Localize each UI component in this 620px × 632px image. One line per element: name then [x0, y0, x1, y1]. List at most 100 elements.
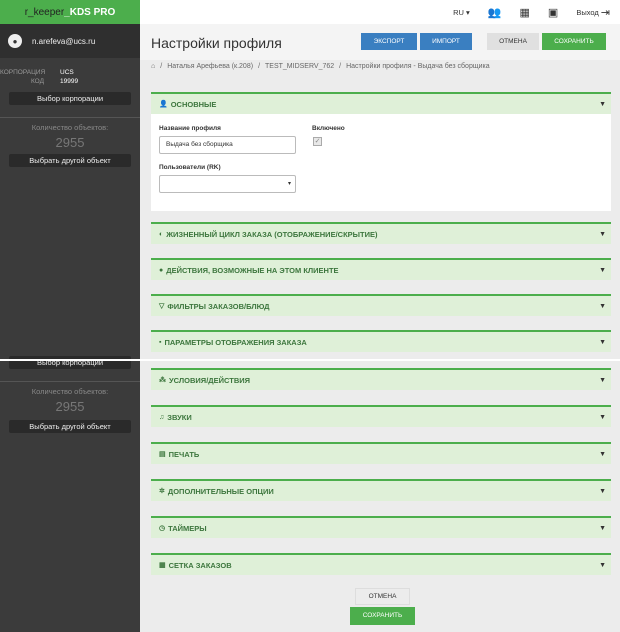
- bottom-save-button[interactable]: СОХРАНИТЬ: [350, 607, 415, 625]
- breadcrumb-item[interactable]: Наталья Арефьева (к.208): [167, 63, 253, 70]
- panel-header-sounds[interactable]: ♫ ЗВУКИ ▼: [151, 407, 611, 427]
- breadcrumb: ⌂ / Наталья Арефьева (к.208) / TEST_MIDS…: [151, 63, 490, 70]
- language-select[interactable]: RU ▾: [453, 8, 470, 17]
- panel-basic: 👤 ОСНОВНЫЕ ▼ Название профиля Выдача без…: [151, 92, 611, 211]
- panel-header-filters[interactable]: ▽ ФИЛЬТРЫ ЗАКАЗОВ/БЛЮД ▼: [151, 296, 611, 316]
- panel-grid: ▦ СЕТКА ЗАКАЗОВ ▼: [151, 553, 611, 575]
- objects-count-lower: 2955: [55, 399, 85, 414]
- panel-options: ✲ ДОПОЛНИТЕЛЬНЫЕ ОПЦИИ ▼: [151, 479, 611, 501]
- lifecycle-icon: ◐: [159, 230, 164, 238]
- actions-icon: ●: [159, 266, 164, 274]
- grid-icon: ▦: [159, 562, 166, 569]
- corp-info: КОРПОРАЦИЯ UCS КОД 19999: [0, 58, 140, 86]
- panel-title: ЖИЗНЕННЫЙ ЦИКЛ ЗАКАЗА (ОТОБРАЖЕНИЕ/СКРЫТ…: [166, 229, 378, 239]
- screenshot-seam: [0, 359, 620, 361]
- choose-other-object-button[interactable]: Выбрать другой объект: [9, 154, 131, 167]
- brand-part1: r_keeper: [24, 6, 65, 18]
- chevron-down-icon: ▼: [599, 303, 606, 310]
- panel-title: ДОПОЛНИТЕЛЬНЫЕ ОПЦИИ: [167, 486, 274, 496]
- panel-title: ТАЙМЕРЫ: [168, 523, 207, 533]
- brand-part2: _KDS PRO: [64, 6, 116, 18]
- profile-name-input[interactable]: Выдача без сборщика: [159, 136, 296, 154]
- chevron-down-icon: ▼: [599, 488, 606, 495]
- panel-header-grid[interactable]: ▦ СЕТКА ЗАКАЗОВ ▼: [151, 555, 611, 575]
- enabled-label: Включено: [312, 125, 345, 132]
- person-icon: ●: [8, 34, 22, 48]
- sidebar-divider-lower: [0, 381, 140, 382]
- calendar-icon[interactable]: ▣: [548, 6, 558, 19]
- chevron-down-icon: ▼: [599, 377, 606, 384]
- panel-body-basic: Название профиля Выдача без сборщика Вкл…: [151, 114, 611, 211]
- enabled-checkbox[interactable]: ✓: [313, 137, 322, 146]
- users-label: Пользователи (RK): [159, 164, 221, 171]
- top-bar: RU ▾ 👥 ▦ ▣ Выход ⇥: [140, 0, 620, 24]
- exit-button[interactable]: Выход ⇥: [576, 6, 610, 19]
- brand-logo: r_keeper _KDS PRO: [0, 0, 140, 24]
- panel-header-display[interactable]: ▪ ПАРАМЕТРЫ ОТОБРАЖЕНИЯ ЗАКАЗА ▼: [151, 332, 611, 352]
- chevron-down-icon: ▼: [599, 451, 606, 458]
- panel-title: ПАРАМЕТРЫ ОТОБРАЖЕНИЯ ЗАКАЗА: [164, 337, 307, 347]
- panel-display: ▪ ПАРАМЕТРЫ ОТОБРАЖЕНИЯ ЗАКАЗА ▼: [151, 330, 611, 352]
- sitemap-icon: ⁂: [159, 377, 166, 384]
- gear-icon: ✲: [159, 488, 165, 495]
- panel-title: ЗВУКИ: [167, 412, 192, 422]
- choose-corp-button[interactable]: Выбор корпорации: [9, 92, 131, 105]
- sidebar-divider: [0, 117, 140, 118]
- exit-label: Выход: [576, 7, 599, 17]
- panel-header-print[interactable]: ▤ ПЕЧАТЬ ▼: [151, 444, 611, 464]
- breadcrumb-item[interactable]: TEST_MIDSERV_762: [265, 63, 334, 70]
- chevron-down-icon: ▼: [599, 562, 606, 569]
- chevron-down-icon: ▼: [599, 414, 606, 421]
- panel-title: ОСНОВНЫЕ: [170, 99, 217, 109]
- breadcrumb-item-current: Настройки профиля - Выдача без сборщика: [346, 63, 490, 70]
- timer-icon: ◷: [159, 525, 166, 532]
- page-header: Настройки профиля ЭКСПОРТ ИМПОРТ ОТМЕНА …: [140, 24, 620, 60]
- users-icon[interactable]: 👥: [488, 6, 502, 19]
- objects-count-label-lower: Количество объектов:: [31, 387, 109, 396]
- panel-filters: ▽ ФИЛЬТРЫ ЗАКАЗОВ/БЛЮД ▼: [151, 294, 611, 316]
- choose-other-object-button-lower[interactable]: Выбрать другой объект: [9, 420, 131, 433]
- panel-header-basic[interactable]: 👤 ОСНОВНЫЕ ▼: [151, 94, 611, 114]
- music-icon: ♫: [159, 413, 165, 421]
- panel-actions: ● ДЕЙСТВИЯ, ВОЗМОЖНЫЕ НА ЭТОМ КЛИЕНТЕ ▼: [151, 258, 611, 280]
- display-icon: ▪: [159, 338, 162, 346]
- chevron-down-icon: ▼: [599, 231, 606, 238]
- panel-header-timers[interactable]: ◷ ТАЙМЕРЫ ▼: [151, 518, 611, 538]
- objects-count: 2955: [55, 135, 85, 150]
- panel-sounds: ♫ ЗВУКИ ▼: [151, 405, 611, 427]
- import-button[interactable]: ИМПОРТ: [420, 33, 472, 50]
- panel-title: ДЕЙСТВИЯ, ВОЗМОЖНЫЕ НА ЭТОМ КЛИЕНТЕ: [166, 265, 339, 275]
- choose-corp-button-lower[interactable]: Выбор корпорации: [9, 356, 131, 369]
- code-label: КОД: [30, 78, 44, 85]
- panel-conditions: ⁂ УСЛОВИЯ/ДЕЙСТВИЯ ▼: [151, 368, 611, 390]
- chevron-down-icon: ▼: [599, 339, 606, 346]
- panel-title: УСЛОВИЯ/ДЕЙСТВИЯ: [169, 375, 251, 385]
- panel-timers: ◷ ТАЙМЕРЫ ▼: [151, 516, 611, 538]
- objects-count-label: Количество объектов:: [31, 123, 109, 132]
- export-button[interactable]: ЭКСПОРТ: [361, 33, 417, 50]
- corp-label: КОРПОРАЦИЯ: [0, 69, 46, 76]
- chevron-down-icon: ▼: [599, 101, 606, 108]
- cancel-button[interactable]: ОТМЕНА: [487, 33, 539, 50]
- users-select[interactable]: ▾: [159, 175, 296, 193]
- panel-header-actions[interactable]: ● ДЕЙСТВИЯ, ВОЗМОЖНЫЕ НА ЭТОМ КЛИЕНТЕ ▼: [151, 260, 611, 280]
- print-icon: ▤: [159, 451, 166, 458]
- profile-name-label: Название профиля: [159, 125, 221, 132]
- panel-header-lifecycle[interactable]: ◐ ЖИЗНЕННЫЙ ЦИКЛ ЗАКАЗА (ОТОБРАЖЕНИЕ/СКР…: [151, 224, 611, 244]
- chevron-down-icon: ▾: [287, 181, 291, 187]
- user-info[interactable]: ● n.arefeva@ucs.ru: [0, 24, 140, 58]
- user-email: n.arefeva@ucs.ru: [32, 36, 96, 46]
- qrcode-icon[interactable]: ▦: [520, 6, 530, 19]
- filter-icon: ▽: [159, 303, 165, 310]
- bottom-cancel-button[interactable]: ОТМЕНА: [355, 588, 410, 605]
- panel-header-conditions[interactable]: ⁂ УСЛОВИЯ/ДЕЙСТВИЯ ▼: [151, 370, 611, 390]
- home-icon[interactable]: ⌂: [151, 63, 155, 70]
- chevron-down-icon: ▼: [599, 525, 606, 532]
- save-button[interactable]: СОХРАНИТЬ: [542, 33, 606, 50]
- panel-header-options[interactable]: ✲ ДОПОЛНИТЕЛЬНЫЕ ОПЦИИ ▼: [151, 481, 611, 501]
- code-value: 19999: [60, 78, 79, 85]
- panel-print: ▤ ПЕЧАТЬ ▼: [151, 442, 611, 464]
- language-value: RU: [453, 7, 464, 17]
- panel-lifecycle: ◐ ЖИЗНЕННЫЙ ЦИКЛ ЗАКАЗА (ОТОБРАЖЕНИЕ/СКР…: [151, 222, 611, 244]
- chevron-down-icon: ▼: [599, 267, 606, 274]
